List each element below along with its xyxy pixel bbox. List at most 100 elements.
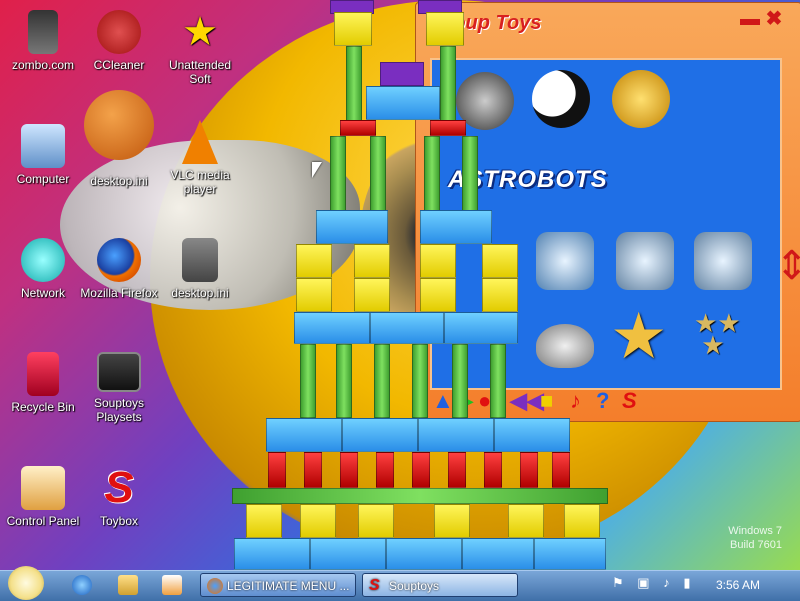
block-pillar[interactable] bbox=[412, 344, 428, 418]
building-icon bbox=[28, 10, 58, 54]
flag-icon[interactable]: ⚑ bbox=[612, 575, 624, 590]
block-blue[interactable] bbox=[494, 418, 570, 452]
desktop-icon-vlc[interactable]: VLC media player bbox=[157, 120, 243, 196]
block-blue[interactable] bbox=[534, 538, 606, 570]
scroll-arrow-icon[interactable]: ⇕ bbox=[775, 246, 800, 286]
block-blue[interactable] bbox=[420, 210, 492, 244]
block-red[interactable] bbox=[552, 452, 570, 488]
block-pillar[interactable] bbox=[424, 136, 440, 212]
block-pillar[interactable] bbox=[336, 344, 352, 418]
battery-icon[interactable]: ▮ bbox=[683, 575, 690, 590]
block-pillar[interactable] bbox=[452, 344, 468, 418]
block-pillar[interactable] bbox=[490, 344, 506, 418]
block-yellow[interactable] bbox=[420, 278, 456, 312]
desktop-icon-toybox[interactable]: S Toybox bbox=[76, 466, 162, 529]
desktop-icon-unattended-soft[interactable]: ★ Unattended Soft bbox=[157, 10, 243, 86]
desktop-icon-ccleaner[interactable]: CCleaner bbox=[76, 10, 162, 72]
block-red[interactable] bbox=[340, 120, 376, 136]
desktop-icon-zombo[interactable]: zombo.com bbox=[0, 10, 86, 72]
taskbar-button-firefox[interactable]: LEGITIMATE MENU ... bbox=[200, 573, 356, 597]
block-beam[interactable] bbox=[232, 488, 608, 504]
block-pillar[interactable] bbox=[330, 136, 346, 212]
block-red[interactable] bbox=[268, 452, 286, 488]
block-yellow[interactable] bbox=[564, 504, 600, 538]
toolbar-music-button[interactable]: ♪ bbox=[570, 388, 581, 414]
desktop-icon-desktop-ini-1[interactable]: desktop.ini bbox=[76, 90, 162, 188]
block-yellow[interactable] bbox=[300, 504, 336, 538]
block-yellow[interactable] bbox=[434, 504, 470, 538]
toolbar-stop-button[interactable]: ■ bbox=[540, 388, 553, 414]
desktop-icon-control-panel[interactable]: Control Panel bbox=[0, 466, 86, 528]
minimize-button[interactable]: ▬ bbox=[740, 8, 760, 30]
block-yellow[interactable] bbox=[420, 244, 456, 278]
block-yellow[interactable] bbox=[358, 504, 394, 538]
yin-yang-icon[interactable] bbox=[532, 70, 590, 128]
block-yellow[interactable] bbox=[482, 278, 518, 312]
mouse-cursor-icon bbox=[312, 162, 322, 178]
block-blue[interactable] bbox=[234, 538, 310, 570]
block-blue[interactable] bbox=[366, 86, 440, 120]
block-blue[interactable] bbox=[310, 538, 386, 570]
desktop-icon-souptoys-playsets[interactable]: Souptoys Playsets bbox=[76, 352, 162, 424]
block-yellow[interactable] bbox=[246, 504, 282, 538]
block-yellow[interactable] bbox=[296, 278, 332, 312]
desktop-icon-firefox[interactable]: Mozilla Firefox bbox=[76, 238, 162, 300]
block-blue[interactable] bbox=[418, 418, 494, 452]
toolbar-help-button[interactable]: ? bbox=[596, 388, 609, 414]
block-red[interactable] bbox=[340, 452, 358, 488]
desktop-icon-computer[interactable]: Computer bbox=[0, 124, 86, 186]
block-blue[interactable] bbox=[266, 418, 342, 452]
gold-coin-icon[interactable] bbox=[612, 70, 670, 128]
block-pillar[interactable] bbox=[440, 46, 456, 122]
block-pillar[interactable] bbox=[462, 136, 478, 212]
desktop-icon-recycle-bin[interactable]: Recycle Bin bbox=[0, 352, 86, 414]
block-yellow[interactable] bbox=[508, 504, 544, 538]
block-red[interactable] bbox=[520, 452, 538, 488]
star-icon: ★ bbox=[182, 10, 218, 54]
network-icon[interactable]: ▣ bbox=[637, 575, 649, 590]
star-icon[interactable]: ★ bbox=[610, 304, 667, 368]
block-red[interactable] bbox=[376, 452, 394, 488]
block-blue[interactable] bbox=[386, 538, 462, 570]
block-blue[interactable] bbox=[462, 538, 534, 570]
block-pillar[interactable] bbox=[370, 136, 386, 212]
ufo-icon[interactable] bbox=[536, 324, 594, 368]
block-pillar[interactable] bbox=[374, 344, 390, 418]
block-yellow[interactable] bbox=[354, 278, 390, 312]
desktop-icon-network[interactable]: Network bbox=[0, 238, 86, 300]
start-button[interactable] bbox=[8, 566, 44, 600]
block-pillar[interactable] bbox=[300, 344, 316, 418]
taskbar-button-souptoys[interactable]: S Souptoys bbox=[362, 573, 518, 597]
explorer-folder-icon[interactable] bbox=[118, 575, 138, 595]
block-red[interactable] bbox=[430, 120, 466, 136]
block-yellow[interactable] bbox=[296, 244, 332, 278]
toolbar-souptoys-button[interactable]: S bbox=[622, 388, 637, 414]
block-pillar[interactable] bbox=[346, 46, 362, 122]
internet-explorer-icon[interactable] bbox=[72, 575, 92, 595]
block-red[interactable] bbox=[484, 452, 502, 488]
block-blue[interactable] bbox=[444, 312, 518, 344]
block-blue[interactable] bbox=[370, 312, 444, 344]
block-red[interactable] bbox=[448, 452, 466, 488]
robot-icon[interactable] bbox=[616, 232, 674, 290]
block-yellow[interactable] bbox=[426, 12, 464, 46]
toolbar-rewind-button[interactable]: ◀◀ bbox=[510, 388, 544, 414]
block-yellow[interactable] bbox=[354, 244, 390, 278]
robot-icon[interactable] bbox=[694, 232, 752, 290]
block-red[interactable] bbox=[412, 452, 430, 488]
volume-icon[interactable]: ♪ bbox=[663, 575, 670, 590]
robot-icon[interactable] bbox=[536, 232, 594, 290]
desktop-icon-desktop-ini-2[interactable]: desktop.ini bbox=[157, 238, 243, 300]
block-blue[interactable] bbox=[316, 210, 388, 244]
clock[interactable]: 3:56 AM bbox=[716, 578, 760, 592]
block-blue[interactable] bbox=[342, 418, 418, 452]
block-yellow[interactable] bbox=[334, 12, 372, 46]
block-red[interactable] bbox=[304, 452, 322, 488]
close-button[interactable]: ✖ bbox=[766, 8, 783, 30]
media-player-icon[interactable] bbox=[162, 575, 182, 595]
block-yellow[interactable] bbox=[482, 244, 518, 278]
block-blue[interactable] bbox=[294, 312, 370, 344]
block-roof[interactable] bbox=[380, 62, 424, 86]
toolbar-up-button[interactable]: ▲ bbox=[432, 388, 454, 414]
stars-icon[interactable]: ★★ ★ bbox=[694, 310, 754, 358]
